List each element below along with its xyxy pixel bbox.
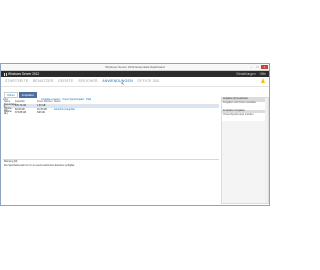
nav-tab-home[interactable]: STARTSEITE bbox=[5, 79, 28, 83]
window-controls: – □ × bbox=[249, 65, 268, 69]
task-link-2[interactable]: Ordner/Speicherpool erstellen bbox=[222, 113, 268, 121]
nav-tab-office365[interactable]: OFFICE 365 bbox=[137, 79, 159, 83]
sidebar-scrollbar[interactable] bbox=[265, 98, 268, 203]
maximize-button[interactable]: □ bbox=[255, 65, 260, 69]
col-capacity[interactable]: Kapazität bbox=[15, 101, 27, 104]
col-status[interactable]: Status bbox=[54, 101, 79, 104]
nav-tab-applications[interactable]: ANWENDUNGEN bbox=[102, 79, 133, 83]
mouse-cursor-icon: ↖ bbox=[121, 81, 125, 86]
task-link-1[interactable]: Freigaben und Ordner verwalten bbox=[222, 101, 268, 110]
title-bar: Windows Server 2012 Essentials-Dashboard… bbox=[1, 64, 269, 71]
window-title: Windows Server 2012 Essentials-Dashboard bbox=[105, 65, 165, 69]
main-nav: STARTSEITE BENUTZER GERÄTE SPEICHER ANWE… bbox=[1, 77, 269, 87]
nav-tab-storage[interactable]: SPEICHER bbox=[78, 79, 98, 83]
app-window: Windows Server 2012 Essentials-Dashboard… bbox=[0, 63, 270, 206]
nav-tab-devices[interactable]: GERÄTE bbox=[58, 79, 74, 83]
nav-tab-users[interactable]: BENUTZER bbox=[33, 79, 54, 83]
minimize-button[interactable]: – bbox=[249, 65, 254, 69]
col-free[interactable]: Freier Speicher bbox=[37, 101, 54, 104]
tasks-sidebar: Aufgaben (E) bearbeiten Freigaben und Or… bbox=[221, 97, 269, 204]
content-pane: Filter Freigabe erstellen · Freier Speic… bbox=[3, 97, 219, 204]
close-button[interactable]: × bbox=[261, 65, 268, 69]
details-text: Der Speicherbereich ist nur zu einem bes… bbox=[4, 164, 75, 167]
list-item[interactable]: Volume (E:) 373,88 GB 348 GB bbox=[3, 111, 219, 115]
windows-logo-icon bbox=[4, 72, 7, 76]
details-pane: Warnung (M) Der Speicherbereich ist nur … bbox=[4, 161, 75, 168]
pane-splitter[interactable] bbox=[3, 159, 219, 160]
filter-path[interactable]: Pfad bbox=[86, 98, 91, 101]
warning-icon[interactable] bbox=[261, 78, 265, 83]
